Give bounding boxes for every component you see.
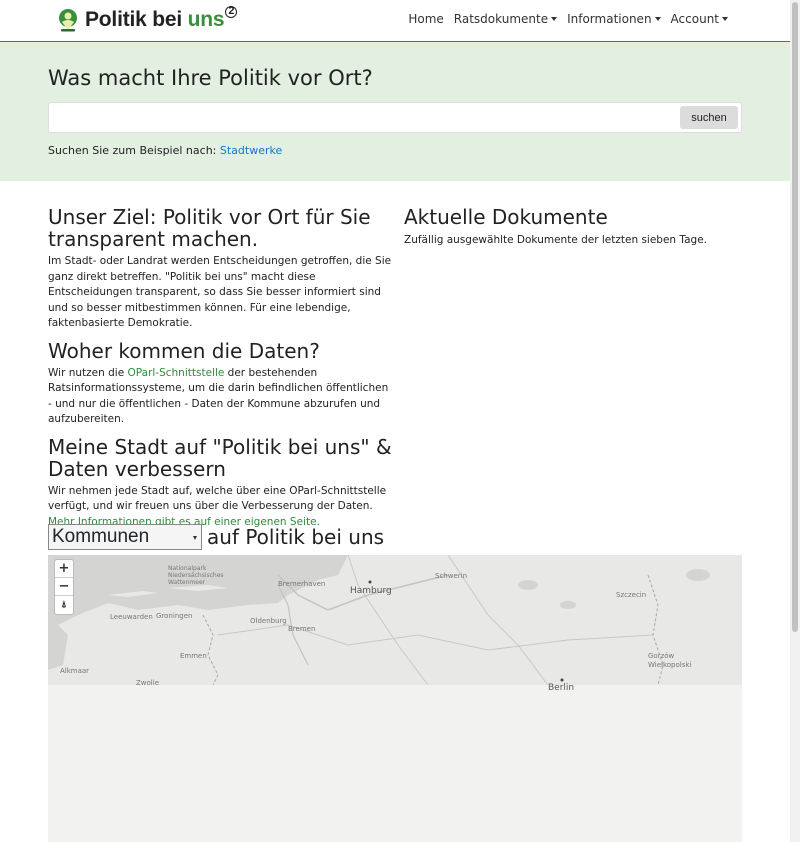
hero-title: Was macht Ihre Politik vor Ort?: [48, 66, 373, 90]
oparl-link[interactable]: OParl-Schnittstelle: [128, 367, 225, 379]
caret-down-icon: [654, 17, 661, 21]
map-label-zwolle: Zwolle: [136, 679, 159, 687]
main-nav: Home Ratsdokumente Informationen Account: [408, 12, 728, 26]
left-column: Unser Ziel: Politik vor Ort für Sie tran…: [48, 206, 393, 538]
scrollbar[interactable]: [790, 0, 800, 842]
dropdown-arrow-icon: [193, 536, 197, 540]
map-label-leeuwarden: Leeuwarden: [110, 613, 153, 621]
kommunen-select[interactable]: Kommunen: [48, 524, 202, 550]
nav-ratsdokumente[interactable]: Ratsdokumente: [454, 12, 558, 26]
search-hint: Suchen Sie zum Beispiel nach: Stadtwerke: [48, 144, 283, 157]
nav-informationen[interactable]: Informationen: [567, 12, 661, 26]
navbar: Politik bei uns 2 Home Ratsdokumente Info…: [0, 0, 790, 42]
map-label-alkmaar: Alkmaar: [60, 667, 90, 675]
nav-home[interactable]: Home: [408, 12, 443, 26]
my-city-heading: Meine Stadt auf "Politik bei uns" & Date…: [48, 434, 392, 481]
goal-text: Im Stadt- oder Landrat werden Entscheidu…: [48, 255, 392, 329]
map-label-bremerhaven: Bremerhaven: [278, 580, 326, 588]
recent-docs-heading: Aktuelle Dokumente: [404, 205, 608, 229]
map-label-hamburg: Hamburg: [350, 586, 392, 596]
map-label-nationalpark: Nationalpark Niedersächsisches Wattenmee…: [168, 565, 224, 586]
map-label-bremen: Bremen: [288, 625, 316, 633]
zoom-control: + − ⍋: [54, 559, 74, 615]
map[interactable]: Hamburg Berlin Bremen Bremerhaven Schwer…: [48, 555, 742, 842]
recent-docs-text: Zufällig ausgewählte Dokumente der letzt…: [404, 234, 707, 246]
nav-account[interactable]: Account: [671, 12, 728, 26]
kommunen-suffix: auf Politik bei uns: [207, 525, 385, 549]
data-source-heading: Woher kommen die Daten?: [48, 338, 320, 363]
map-label-schwerin: Schwerin: [435, 572, 468, 580]
search-button[interactable]: suchen: [680, 106, 738, 129]
right-column: Aktuelle Dokumente Zufällig ausgewählte …: [404, 206, 749, 249]
kommunen-row: Kommunen auf Politik bei uns: [48, 524, 384, 550]
scrollbar-thumb[interactable]: [792, 2, 798, 632]
caret-down-icon: [551, 17, 558, 21]
map-label-groningen: Groningen: [156, 612, 193, 620]
reset-bearing-button[interactable]: ⍋: [55, 596, 73, 614]
search-input[interactable]: [55, 107, 675, 129]
brand-name: Politik bei uns 2: [85, 5, 238, 34]
map-label-oldenburg: Oldenburg: [250, 617, 287, 625]
map-label-berlin: Berlin: [548, 683, 575, 693]
search-box: suchen: [48, 102, 742, 133]
location-pin-icon: [59, 9, 77, 32]
zoom-in-button[interactable]: +: [55, 560, 73, 578]
caret-down-icon: [722, 17, 728, 21]
map-label-emmen: Emmen: [180, 652, 207, 660]
map-label-gorzow: Gorzów Wielkopolski: [648, 652, 692, 669]
hero-section: Was macht Ihre Politik vor Ort? suchen S…: [0, 42, 790, 181]
map-label-szczecin: Szczecin: [616, 591, 647, 599]
data-source-text: Wir nutzen die OParl-Schnittstelle der b…: [48, 366, 389, 426]
brand-logo[interactable]: Politik bei uns 2: [58, 5, 238, 34]
zoom-out-button[interactable]: −: [55, 578, 73, 596]
example-search-link[interactable]: Stadtwerke: [220, 144, 282, 157]
goal-heading: Unser Ziel: Politik vor Ort für Sie tran…: [48, 205, 371, 251]
